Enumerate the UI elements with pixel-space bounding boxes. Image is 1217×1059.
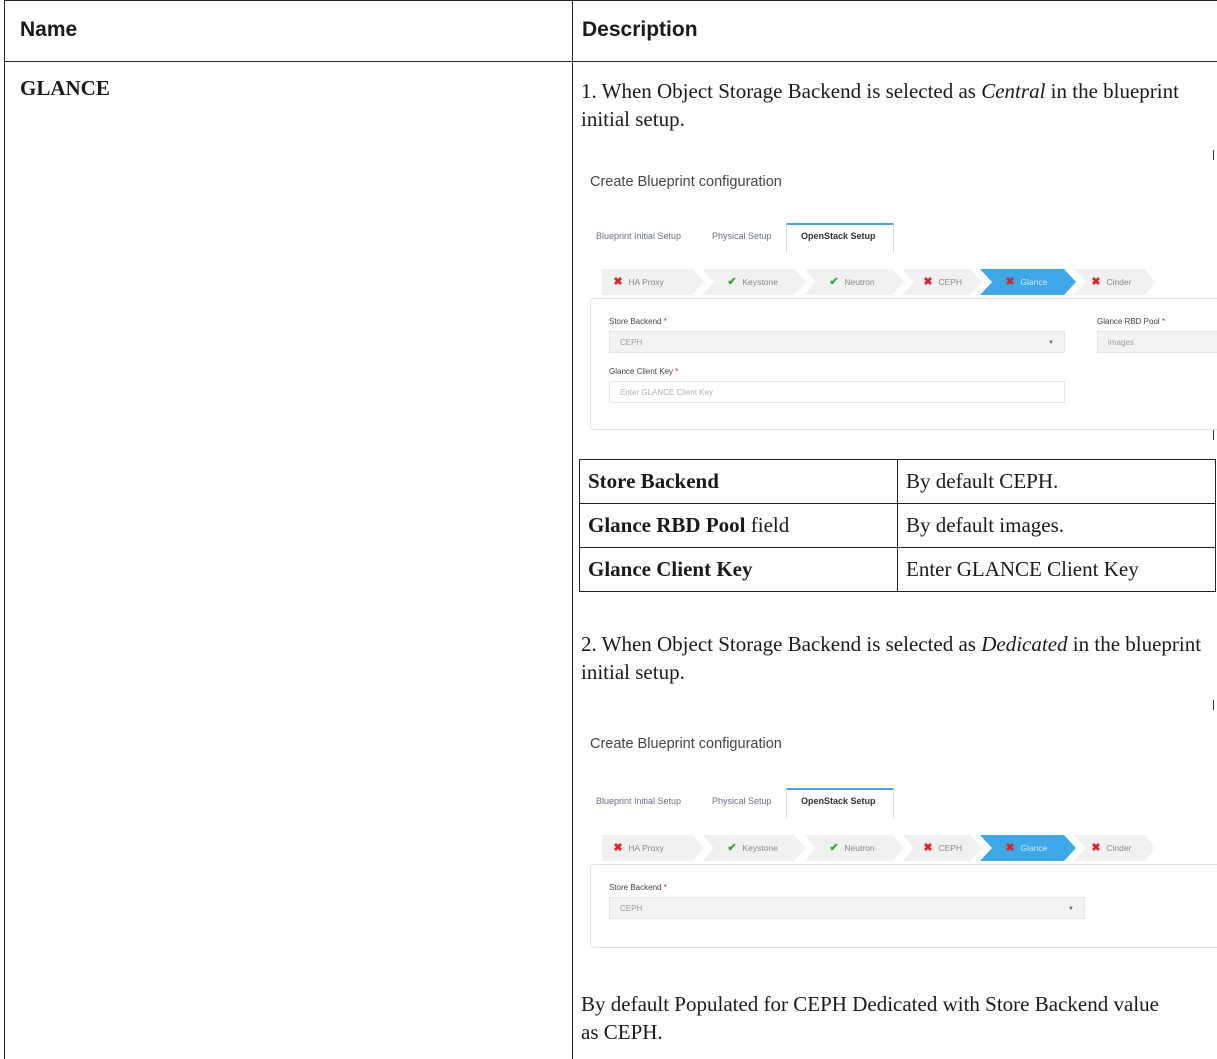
check-icon: ✔: [829, 842, 839, 854]
step-glance[interactable]: ✖ Glance: [980, 835, 1076, 861]
para2-emphasis: Dedicated: [981, 632, 1068, 656]
glance-form-panel: Store Backend * CEPH ▼ Glance RBD Pool * …: [590, 298, 1217, 430]
step-ceph[interactable]: ✖ CEPH: [902, 269, 982, 295]
step-ceph[interactable]: ✖ CEPH: [902, 835, 982, 861]
column-divider: [572, 0, 573, 1059]
x-icon: ✖: [613, 842, 623, 854]
step-label: Neutron: [844, 843, 875, 853]
para1-emphasis: Central: [981, 79, 1046, 103]
client-key-label: Glance Client Key *: [609, 367, 679, 376]
screenshot-title: Create Blueprint configuration: [590, 736, 782, 752]
step-label: CEPH: [938, 843, 962, 853]
check-icon: ✔: [829, 276, 839, 288]
check-icon: ✔: [727, 276, 737, 288]
step-label: Keystone: [742, 843, 778, 853]
x-icon: ✖: [1005, 842, 1015, 854]
screenshot-title: Create Blueprint configuration: [590, 174, 782, 190]
step-label: HA Proxy: [628, 843, 664, 853]
chevron-down-icon: ▼: [1048, 340, 1054, 346]
step-label: Cinder: [1106, 843, 1132, 853]
glance-form-panel: Store Backend * CEPH ▼: [590, 864, 1217, 948]
client-key-input[interactable]: Enter GLANCE Client Key: [609, 381, 1065, 403]
check-icon: ✔: [727, 842, 737, 854]
store-backend-select[interactable]: CEPH ▼: [609, 897, 1085, 919]
table-row: Store Backend By default CEPH.: [579, 459, 1216, 504]
field-table: Store Backend By default CEPH. Glance RB…: [579, 459, 1216, 592]
step-glance[interactable]: ✖ Glance: [980, 269, 1076, 295]
tab-physical-setup[interactable]: Physical Setup: [712, 796, 772, 806]
step-keystone[interactable]: ✔ Keystone: [702, 835, 806, 861]
step-keystone[interactable]: ✔ Keystone: [702, 269, 806, 295]
store-backend-label: Store Backend *: [609, 883, 667, 892]
step-label: Neutron: [844, 277, 875, 287]
header-description: Description: [582, 18, 698, 41]
field-value: By default images.: [897, 503, 1216, 548]
field-key: Glance Client Key: [579, 547, 898, 592]
step-cinder[interactable]: ✖ Cinder: [1074, 835, 1156, 861]
field-value: By default CEPH.: [897, 459, 1216, 504]
x-icon: ✖: [613, 276, 623, 288]
header-name: Name: [20, 18, 78, 41]
tab-openstack-setup[interactable]: OpenStack Setup: [801, 796, 876, 806]
description-paragraph-3: By default Populated for CEPH Dedicated …: [581, 992, 1159, 1044]
rbd-pool-label: Glance RBD Pool *: [1097, 317, 1166, 326]
field-key: Glance RBD Pool field: [579, 503, 898, 548]
row-name: GLANCE: [20, 76, 110, 100]
para2-text: 2. When Object Storage Backend is select…: [581, 632, 982, 656]
step-neutron[interactable]: ✔ Neutron: [804, 835, 904, 861]
table-row: Glance Client Key Enter GLANCE Client Ke…: [579, 547, 1216, 592]
crop-edge: [1213, 700, 1214, 710]
table-row: Glance RBD Pool field By default images.: [579, 503, 1216, 548]
x-icon: ✖: [1005, 276, 1015, 288]
store-backend-label: Store Backend *: [609, 317, 667, 326]
step-label: Cinder: [1106, 277, 1132, 287]
step-ha-proxy[interactable]: ✖ HA Proxy: [602, 835, 704, 861]
step-neutron[interactable]: ✔ Neutron: [804, 269, 904, 295]
screenshot-central: Create Blueprint configuration Blueprint…: [576, 150, 1217, 440]
store-backend-select[interactable]: CEPH ▼: [609, 331, 1065, 353]
x-icon: ✖: [1091, 842, 1101, 854]
step-label: HA Proxy: [628, 277, 664, 287]
step-label: Glance: [1020, 277, 1048, 287]
x-icon: ✖: [923, 276, 933, 288]
x-icon: ✖: [1091, 276, 1101, 288]
screenshot-dedicated: Create Blueprint configuration Blueprint…: [576, 700, 1217, 1010]
para1-text: 1. When Object Storage Backend is select…: [581, 79, 982, 103]
step-cinder[interactable]: ✖ Cinder: [1074, 269, 1156, 295]
tab-openstack-setup[interactable]: OpenStack Setup: [801, 231, 876, 241]
tab-bar: Blueprint Initial Setup Physical Setup O…: [590, 788, 1210, 818]
tab-bar: Blueprint Initial Setup Physical Setup O…: [590, 223, 1210, 253]
step-ha-proxy[interactable]: ✖ HA Proxy: [602, 269, 704, 295]
field-key: Store Backend: [579, 459, 898, 504]
chevron-down-icon: ▼: [1068, 906, 1074, 912]
step-label: Keystone: [742, 277, 778, 287]
description-paragraph-2: 2. When Object Storage Backend is select…: [581, 630, 1213, 686]
x-icon: ✖: [923, 842, 933, 854]
crop-edge: [1213, 150, 1214, 160]
tab-physical-setup[interactable]: Physical Setup: [712, 231, 772, 241]
tab-blueprint-initial-setup[interactable]: Blueprint Initial Setup: [596, 231, 681, 241]
step-label: Glance: [1020, 843, 1048, 853]
step-label: CEPH: [938, 277, 962, 287]
tab-blueprint-initial-setup[interactable]: Blueprint Initial Setup: [596, 796, 681, 806]
description-paragraph-1: 1. When Object Storage Backend is select…: [581, 77, 1213, 133]
rbd-pool-field[interactable]: images: [1097, 331, 1217, 353]
field-value: Enter GLANCE Client Key: [897, 547, 1216, 592]
